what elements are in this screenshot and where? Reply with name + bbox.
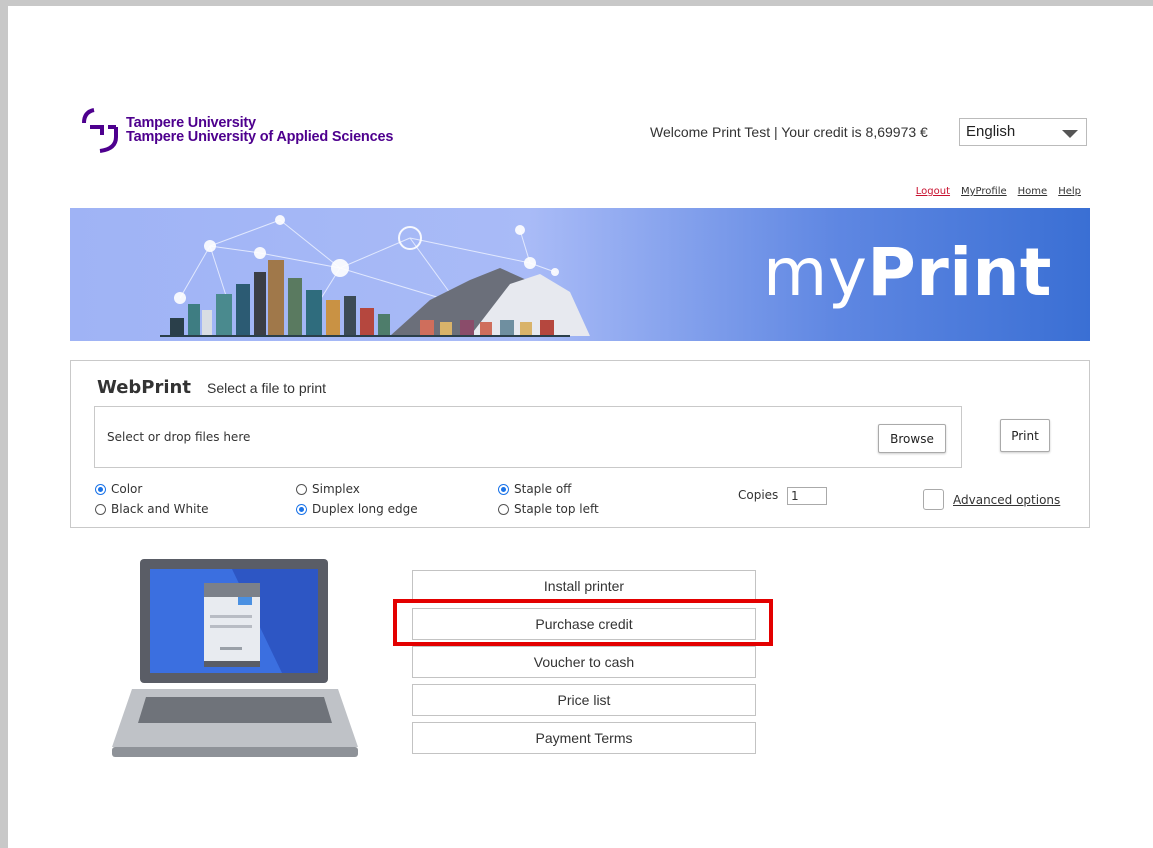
purchase-credit-highlight-box: [393, 599, 773, 646]
radio-duplex-label: Duplex long edge: [312, 502, 418, 516]
logout-link[interactable]: Logout: [916, 186, 950, 197]
banner-title: myPrint: [763, 234, 1052, 311]
radio-color-label: Color: [111, 482, 143, 496]
voucher-to-cash-button[interactable]: Voucher to cash: [412, 646, 756, 678]
payment-terms-button[interactable]: Payment Terms: [412, 722, 756, 754]
radio-selected-icon: [498, 483, 509, 495]
radio-unselected-icon: [296, 483, 307, 495]
window-frame-top: [0, 0, 1153, 6]
chevron-down-icon: [1062, 130, 1078, 138]
radio-staple-top-left-label: Staple top left: [514, 502, 599, 516]
banner-title-light: my: [763, 234, 868, 311]
advanced-options-checkbox[interactable]: [923, 489, 944, 510]
home-link[interactable]: Home: [1018, 186, 1048, 197]
copies-label: Copies: [738, 488, 779, 502]
logo-text: Tampere University Tampere University of…: [126, 115, 394, 145]
university-logo[interactable]: Tampere University Tampere University of…: [80, 105, 393, 155]
top-links: Logout MyProfile Home Help: [916, 186, 1081, 197]
radio-simplex[interactable]: Simplex: [296, 482, 360, 496]
logo-line-2: Tampere University of Applied Sciences: [126, 129, 394, 145]
myprint-banner: myPrint: [70, 208, 1090, 341]
copies-input[interactable]: 1: [787, 487, 827, 505]
file-drop-zone[interactable]: Select or drop files here Browse: [94, 406, 962, 468]
radio-color[interactable]: Color: [95, 482, 142, 496]
radio-unselected-icon: [498, 503, 509, 515]
city-network-illustration: [160, 215, 590, 337]
radio-duplex-long-edge[interactable]: Duplex long edge: [296, 502, 418, 516]
radio-staple-off[interactable]: Staple off: [498, 482, 571, 496]
help-link[interactable]: Help: [1058, 186, 1081, 197]
drop-zone-text: Select or drop files here: [107, 430, 251, 444]
radio-simplex-label: Simplex: [312, 482, 360, 496]
tampere-logo-icon: [82, 108, 118, 153]
window-frame-left: [0, 0, 8, 848]
radio-selected-icon: [95, 483, 106, 495]
advanced-options-link[interactable]: Advanced options: [953, 493, 1060, 507]
radio-unselected-icon: [95, 503, 106, 515]
install-printer-button[interactable]: Install printer: [412, 570, 756, 602]
radio-black-and-white[interactable]: Black and White: [95, 502, 209, 516]
language-select-value: English: [966, 123, 1016, 140]
webprint-panel: WebPrint Select a file to print Select o…: [70, 360, 1090, 528]
language-select[interactable]: English: [959, 118, 1087, 146]
radio-staple-top-left[interactable]: Staple top left: [498, 502, 599, 516]
radio-staple-off-label: Staple off: [514, 482, 572, 496]
myprofile-link[interactable]: MyProfile: [961, 186, 1007, 197]
webprint-subtitle: Select a file to print: [207, 380, 327, 396]
webprint-title: WebPrint: [97, 377, 191, 398]
browse-button[interactable]: Browse: [878, 424, 946, 453]
logo-line-1: Tampere University: [126, 115, 256, 131]
laptop-printer-illustration: [112, 559, 358, 757]
banner-title-bold: Print: [867, 234, 1052, 311]
radio-bw-label: Black and White: [111, 502, 209, 516]
print-button[interactable]: Print: [1000, 419, 1050, 452]
radio-selected-icon: [296, 503, 307, 515]
welcome-credit-text: Welcome Print Test | Your credit is 8,69…: [650, 124, 928, 140]
price-list-button[interactable]: Price list: [412, 684, 756, 716]
